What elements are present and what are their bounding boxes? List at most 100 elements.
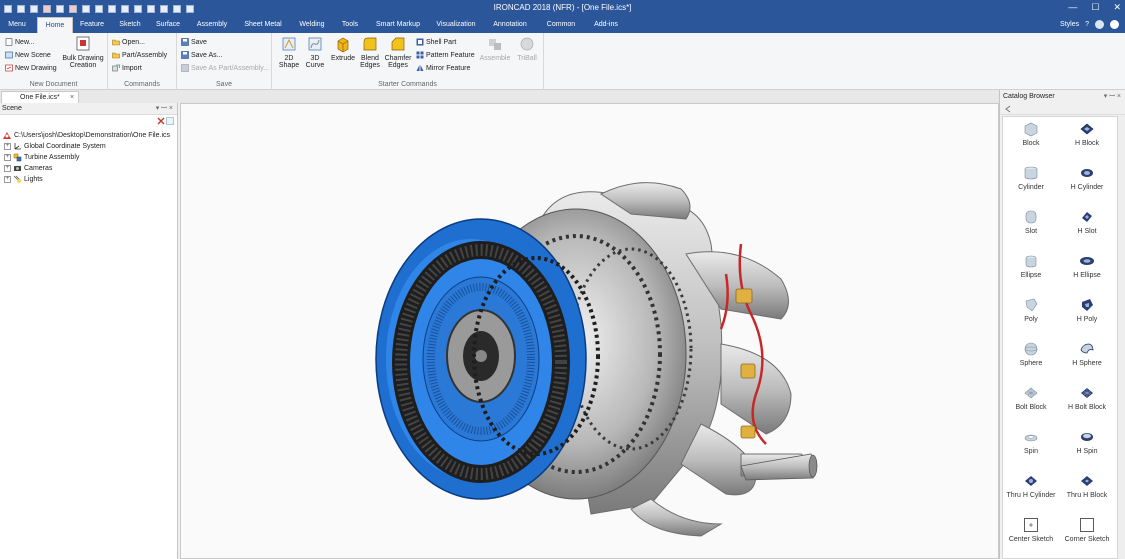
extrude-button[interactable]: Extrude — [330, 36, 356, 62]
catalog-item-label: Block — [1022, 140, 1040, 147]
account-icon[interactable] — [1095, 20, 1104, 29]
catalog-item-h-sphere[interactable]: H Sphere — [1061, 341, 1113, 368]
catalog-scrollbar[interactable] — [1118, 116, 1125, 559]
ellipse-icon — [1025, 255, 1037, 268]
doc-tab-one-file[interactable]: One File.ics* × — [1, 91, 79, 103]
catalog-title: Catalog Browser — [1003, 93, 1055, 100]
catalog-item-corner-sketch[interactable]: Corner Sketch — [1061, 517, 1113, 544]
import-button[interactable]: Import — [112, 64, 142, 72]
assemble-button[interactable]: Assemble — [480, 36, 510, 62]
doc-tab-label: One File.ics* — [20, 94, 60, 101]
tab-common[interactable]: Common — [543, 17, 579, 33]
catalog-item-ellipse[interactable]: Ellipse — [1005, 253, 1057, 280]
part-assembly-button[interactable]: Part/Assembly — [112, 51, 167, 59]
h-ellipse-icon — [1080, 257, 1094, 265]
tree-item-cameras[interactable]: + Cameras — [4, 164, 52, 173]
close-button[interactable]: ✕ — [1113, 2, 1121, 13]
triball-button[interactable]: TriBall — [514, 36, 540, 62]
maximize-button[interactable]: ☐ — [1091, 2, 1099, 13]
scene-panel-controls[interactable]: ▾ ꟷ × — [156, 103, 173, 115]
3d-curve-button[interactable]: 3D Curve — [304, 36, 326, 69]
expand-icon[interactable]: + — [4, 176, 11, 183]
help-button[interactable]: ? — [1085, 21, 1089, 28]
tab-visualization[interactable]: Visualization — [433, 17, 479, 33]
back-arrow-icon[interactable] — [1004, 105, 1012, 113]
tab-tools[interactable]: Tools — [336, 17, 364, 33]
catalog-item-h-block[interactable]: H Block — [1061, 121, 1113, 148]
save-as-button[interactable]: Save As... — [181, 51, 223, 59]
chamfer-edges-button[interactable]: Chamfer Edges — [384, 36, 412, 69]
new-drawing-button[interactable]: New Drawing — [5, 64, 57, 72]
tab-sheet-metal[interactable]: Sheet Metal — [240, 17, 286, 33]
3d-viewport[interactable] — [180, 103, 999, 559]
catalog-item-h-spin[interactable]: H Spin — [1061, 429, 1113, 456]
window-controls: — ☐ ✕ — [1068, 2, 1121, 13]
delete-icon[interactable] — [157, 117, 165, 125]
tab-surface[interactable]: Surface — [152, 17, 184, 33]
tab-sketch[interactable]: Sketch — [114, 17, 146, 33]
scene-root[interactable]: C:\Users\josh\Desktop\Demonstration\One … — [2, 131, 170, 140]
catalog-item-bolt-block[interactable]: Bolt Block — [1005, 385, 1057, 412]
tab-home[interactable]: Home — [37, 17, 73, 33]
catalog-item-cylinder[interactable]: Cylinder — [1005, 165, 1057, 192]
2d-shape-button[interactable]: 2D Shape — [278, 36, 300, 69]
catalog-browser: Catalog Browser ▾ ꟷ × Block H Block Cyli… — [999, 90, 1125, 559]
catalog-item-h-poly[interactable]: H Poly — [1061, 297, 1113, 324]
sort-icon[interactable] — [166, 117, 174, 125]
save-as-icon — [181, 51, 189, 59]
catalog-item-h-slot[interactable]: H Slot — [1061, 209, 1113, 236]
catalog-item-label: H Slot — [1077, 228, 1097, 235]
new-button[interactable]: New... — [5, 38, 34, 46]
styles-dropdown[interactable]: Styles — [1060, 21, 1079, 28]
tree-item-lights[interactable]: + Lights — [4, 175, 43, 184]
expand-icon[interactable]: + — [4, 165, 11, 172]
save-as-part-button[interactable]: Save As Part/Assembly... — [181, 64, 269, 72]
catalog-item-thru-h-cylinder[interactable]: Thru H Cylinder — [1005, 473, 1057, 500]
blend-edges-button[interactable]: Blend Edges — [358, 36, 382, 69]
save-button[interactable]: Save — [181, 38, 207, 46]
expand-icon[interactable]: + — [4, 143, 11, 150]
tab-menu[interactable]: Menu — [2, 17, 32, 33]
scene-header: Scene ▾ ꟷ × — [0, 103, 177, 115]
catalog-item-label: Poly — [1024, 316, 1038, 323]
open-button[interactable]: Open... — [112, 38, 145, 46]
pattern-feature-button[interactable]: Pattern Feature — [416, 51, 475, 59]
catalog-item-label: Ellipse — [1020, 272, 1042, 279]
new-scene-button[interactable]: New Scene — [5, 51, 51, 59]
turbine-model-render[interactable] — [181, 104, 999, 559]
catalog-item-poly[interactable]: Poly — [1005, 297, 1057, 324]
tab-assembly[interactable]: Assembly — [193, 17, 231, 33]
catalog-item-h-bolt-block[interactable]: H Bolt Block — [1061, 385, 1113, 412]
tree-item-global-coordinate-system[interactable]: + Global Coordinate System — [4, 142, 106, 151]
tree-item-turbine-assembly[interactable]: + Turbine Assembly — [4, 153, 79, 162]
catalog-item-block[interactable]: Block — [1005, 121, 1057, 148]
tab-smart-markup[interactable]: Smart Markup — [371, 17, 425, 33]
doc-tab-close-icon[interactable]: × — [70, 92, 74, 103]
import-label: Import — [122, 64, 142, 72]
expand-icon[interactable]: + — [4, 154, 11, 161]
tab-welding[interactable]: Welding — [295, 17, 329, 33]
catalog-item-slot[interactable]: Slot — [1005, 209, 1057, 236]
catalog-item-center-sketch[interactable]: Center Sketch — [1005, 517, 1057, 544]
catalog-item-sphere[interactable]: Sphere — [1005, 341, 1057, 368]
tab-feature[interactable]: Feature — [76, 17, 108, 33]
catalog-item-h-cylinder[interactable]: H Cylinder — [1061, 165, 1113, 192]
minimize-button[interactable]: — — [1068, 2, 1077, 13]
mirror-feature-button[interactable]: Mirror Feature — [416, 64, 470, 72]
save-disk-icon — [181, 38, 189, 46]
settings-icon[interactable] — [1110, 20, 1119, 29]
tab-add-ins[interactable]: Add-ins — [589, 17, 623, 33]
catalog-item-thru-h-block[interactable]: Thru H Block — [1061, 473, 1113, 500]
scene-title: Scene — [2, 105, 22, 112]
h-slot-icon — [1082, 212, 1092, 222]
catalog-item-spin[interactable]: Spin — [1005, 429, 1057, 456]
shell-part-button[interactable]: Shell Part — [416, 38, 456, 46]
catalog-item-h-ellipse[interactable]: H Ellipse — [1061, 253, 1113, 280]
sphere-icon — [1024, 342, 1038, 356]
tree-item-label: Lights — [24, 176, 43, 183]
tab-annotation[interactable]: Annotation — [488, 17, 532, 33]
catalog-item-label: H Ellipse — [1073, 272, 1101, 279]
catalog-item-label: H Sphere — [1072, 360, 1102, 367]
bulk-drawing-creation-button[interactable]: Bulk Drawing Creation — [60, 36, 106, 69]
catalog-panel-controls[interactable]: ▾ ꟷ × — [1104, 90, 1121, 103]
